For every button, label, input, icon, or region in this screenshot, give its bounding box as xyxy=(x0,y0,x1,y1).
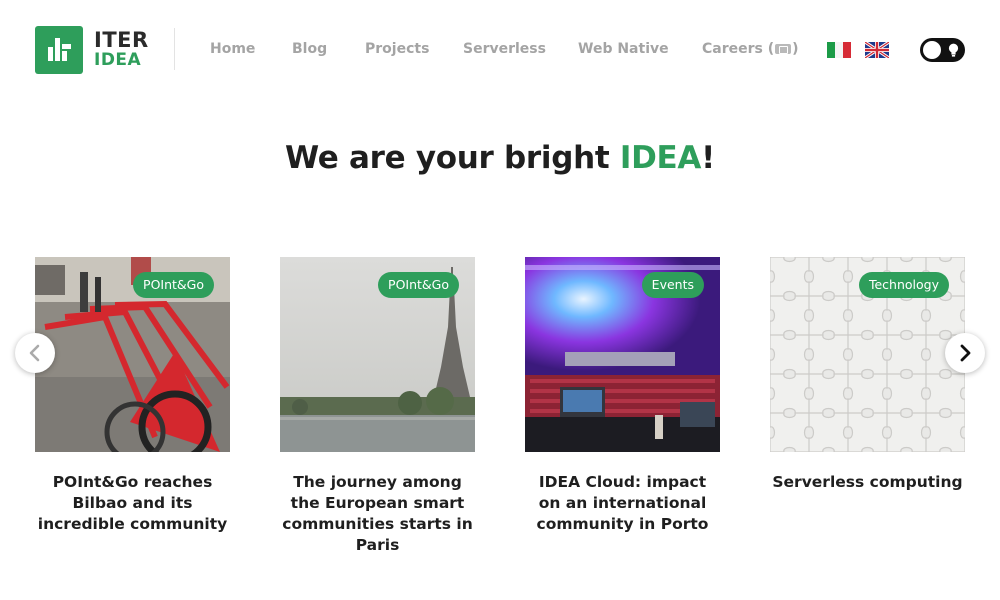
card-image-bikes: POInt&Go xyxy=(35,257,230,452)
carousel-card[interactable]: POInt&Go The journey among the European … xyxy=(280,257,475,556)
ticket-icon xyxy=(775,44,792,54)
carousel-prev-button[interactable] xyxy=(15,333,55,373)
card-image-conference: Events xyxy=(525,257,720,452)
card-image-paris: POInt&Go xyxy=(280,257,475,452)
toggle-knob xyxy=(923,41,941,59)
card-title[interactable]: Serverless computing xyxy=(770,472,965,493)
chevron-right-icon xyxy=(960,344,971,362)
nav-serverless[interactable]: Serverless xyxy=(463,41,546,57)
nav-careers-paren-close: ) xyxy=(792,41,799,57)
category-badge: POInt&Go xyxy=(378,272,459,298)
english-flag-icon[interactable] xyxy=(865,42,889,58)
hero-title: We are your bright IDEA! xyxy=(0,140,1000,176)
hero-title-prefix: We are your bright xyxy=(285,140,620,176)
italian-flag-icon[interactable] xyxy=(827,42,851,58)
nav-blog[interactable]: Blog xyxy=(292,41,327,57)
nav-web-native[interactable]: Web Native xyxy=(578,41,669,57)
nav-home[interactable]: Home xyxy=(210,41,255,57)
carousel-card[interactable]: Events IDEA Cloud: impact on an internat… xyxy=(525,257,720,535)
nav-projects[interactable]: Projects xyxy=(365,41,429,57)
chevron-left-icon xyxy=(29,344,40,362)
carousel-next-button[interactable] xyxy=(945,333,985,373)
nav-careers[interactable]: Careers () xyxy=(702,41,799,57)
nav-careers-label: Careers xyxy=(702,41,763,57)
carousel-card[interactable]: Technology Serverless computing xyxy=(770,257,965,493)
category-badge: Technology xyxy=(858,272,949,298)
lightbulb-icon xyxy=(948,43,959,57)
card-title[interactable]: POInt&Go reaches Bilbao and its incredib… xyxy=(35,472,230,535)
category-badge: Events xyxy=(641,272,704,298)
carousel-card[interactable]: POInt&Go POInt&Go reaches Bilbao and its… xyxy=(35,257,230,535)
card-title[interactable]: IDEA Cloud: impact on an international c… xyxy=(525,472,720,535)
theme-toggle[interactable] xyxy=(920,38,965,62)
hero-title-accent: IDEA xyxy=(619,140,702,176)
nav-careers-paren-open: ( xyxy=(767,41,775,57)
card-title[interactable]: The journey among the European smart com… xyxy=(280,472,475,556)
category-badge: POInt&Go xyxy=(133,272,214,298)
hero-title-suffix: ! xyxy=(701,140,715,176)
card-image-puzzle: Technology xyxy=(770,257,965,452)
